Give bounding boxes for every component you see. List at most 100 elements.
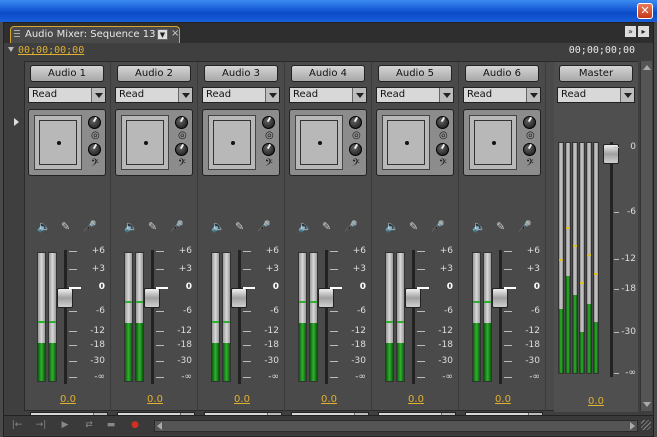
mute-icon[interactable]: 🔈 bbox=[472, 220, 486, 233]
panel-tab-audio-mixer[interactable]: Audio Mixer: Sequence 13 ▼ × bbox=[10, 26, 180, 43]
panner-field[interactable] bbox=[382, 115, 430, 170]
volume-fader-track[interactable] bbox=[151, 250, 154, 384]
loop-icon[interactable]: ⇄ bbox=[82, 419, 96, 432]
track-name-button[interactable]: Audio 2 bbox=[117, 65, 191, 82]
volume-fader-track[interactable] bbox=[412, 250, 415, 384]
vertical-scrollbar[interactable] bbox=[640, 61, 652, 411]
mute-icon[interactable]: 🔈 bbox=[385, 220, 399, 233]
go-to-in-point-icon[interactable]: |← bbox=[10, 419, 24, 432]
automation-mode-dropdown[interactable]: Read bbox=[463, 87, 541, 103]
scroll-left-icon[interactable] bbox=[157, 422, 162, 430]
solo-icon[interactable]: ✎ bbox=[409, 220, 418, 233]
solo-icon[interactable]: ✎ bbox=[322, 220, 331, 233]
window-title-bar[interactable]: ✕ bbox=[0, 0, 657, 22]
track-volume-value[interactable]: 0.0 bbox=[286, 394, 372, 405]
play-in-to-out-icon[interactable]: ▶ bbox=[58, 419, 72, 432]
track-name-button[interactable]: Audio 1 bbox=[30, 65, 104, 82]
tab-menu-button[interactable]: ▼ bbox=[157, 29, 168, 40]
tab-grip-icon[interactable] bbox=[14, 30, 20, 39]
automation-mode-dropdown[interactable]: Read bbox=[202, 87, 280, 103]
solo-icon[interactable]: ✎ bbox=[235, 220, 244, 233]
record-enable-icon[interactable]: 🎤 bbox=[170, 220, 184, 233]
track-name-button[interactable]: Audio 5 bbox=[378, 65, 452, 82]
mute-icon[interactable]: 🔈 bbox=[298, 220, 312, 233]
master-volume-value[interactable]: 0.0 bbox=[554, 396, 638, 407]
chevron-down-icon[interactable] bbox=[178, 88, 192, 102]
automation-mode-dropdown[interactable]: Read bbox=[289, 87, 367, 103]
master-automation-dropdown[interactable]: Read bbox=[557, 87, 635, 103]
lfe-knob[interactable] bbox=[523, 143, 536, 156]
mute-icon[interactable]: 🔈 bbox=[37, 220, 51, 233]
surround-panner[interactable]: ◎ 𝄢 bbox=[289, 109, 367, 176]
record-enable-icon[interactable]: 🎤 bbox=[431, 220, 445, 233]
center-knob[interactable] bbox=[88, 116, 101, 129]
center-knob[interactable] bbox=[262, 116, 275, 129]
timecode-arrow-icon[interactable] bbox=[8, 47, 14, 52]
lfe-knob[interactable] bbox=[175, 143, 188, 156]
play-icon[interactable]: ▬ bbox=[104, 419, 118, 432]
pan-position-dot[interactable] bbox=[318, 141, 322, 145]
track-volume-value[interactable]: 0.0 bbox=[25, 394, 111, 405]
volume-fader-track[interactable] bbox=[238, 250, 241, 384]
solo-icon[interactable]: ✎ bbox=[496, 220, 505, 233]
window-close-button[interactable]: ✕ bbox=[637, 3, 653, 19]
panner-field[interactable] bbox=[295, 115, 343, 170]
master-fader-track[interactable] bbox=[610, 142, 613, 377]
record-icon[interactable]: ● bbox=[128, 419, 142, 432]
surround-panner[interactable]: ◎ 𝄢 bbox=[376, 109, 454, 176]
volume-fader-track[interactable] bbox=[325, 250, 328, 384]
record-enable-icon[interactable]: 🎤 bbox=[518, 220, 532, 233]
volume-fader-track[interactable] bbox=[64, 250, 67, 384]
record-enable-icon[interactable]: 🎤 bbox=[83, 220, 97, 233]
mute-icon[interactable]: 🔈 bbox=[124, 220, 138, 233]
surround-panner[interactable]: ◎ 𝄢 bbox=[463, 109, 541, 176]
center-knob[interactable] bbox=[436, 116, 449, 129]
scroll-up-icon[interactable] bbox=[643, 65, 651, 70]
pan-position-dot[interactable] bbox=[144, 141, 148, 145]
lfe-knob[interactable] bbox=[88, 143, 101, 156]
panner-field[interactable] bbox=[208, 115, 256, 170]
center-knob[interactable] bbox=[349, 116, 362, 129]
panel-overflow-icon[interactable]: » bbox=[625, 26, 636, 37]
pan-position-dot[interactable] bbox=[492, 141, 496, 145]
lfe-knob[interactable] bbox=[262, 143, 275, 156]
track-volume-value[interactable]: 0.0 bbox=[199, 394, 285, 405]
pan-position-dot[interactable] bbox=[405, 141, 409, 145]
lfe-knob[interactable] bbox=[349, 143, 362, 156]
track-volume-value[interactable]: 0.0 bbox=[373, 394, 459, 405]
center-knob[interactable] bbox=[175, 116, 188, 129]
panner-field[interactable] bbox=[34, 115, 82, 170]
center-knob[interactable] bbox=[523, 116, 536, 129]
volume-fader-track[interactable] bbox=[499, 250, 502, 384]
automation-mode-dropdown[interactable]: Read bbox=[115, 87, 193, 103]
record-enable-icon[interactable]: 🎤 bbox=[257, 220, 271, 233]
surround-panner[interactable]: ◎ 𝄢 bbox=[202, 109, 280, 176]
pan-position-dot[interactable] bbox=[231, 141, 235, 145]
solo-icon[interactable]: ✎ bbox=[61, 220, 70, 233]
mute-icon[interactable]: 🔈 bbox=[211, 220, 225, 233]
lfe-knob[interactable] bbox=[436, 143, 449, 156]
current-timecode[interactable]: 00;00;00;00 bbox=[18, 45, 84, 56]
chevron-down-icon[interactable] bbox=[352, 88, 366, 102]
panner-field[interactable] bbox=[121, 115, 169, 170]
surround-panner[interactable]: ◎ 𝄢 bbox=[115, 109, 193, 176]
automation-mode-dropdown[interactable]: Read bbox=[376, 87, 454, 103]
chevron-down-icon[interactable] bbox=[91, 88, 105, 102]
chevron-down-icon[interactable] bbox=[526, 88, 540, 102]
tab-close-icon[interactable]: × bbox=[171, 28, 179, 39]
scroll-down-icon[interactable] bbox=[643, 402, 651, 407]
horizontal-scrollbar[interactable] bbox=[154, 420, 638, 432]
track-name-button[interactable]: Audio 4 bbox=[291, 65, 365, 82]
panner-field[interactable] bbox=[469, 115, 517, 170]
track-volume-value[interactable]: 0.0 bbox=[460, 394, 546, 405]
surround-panner[interactable]: ◎ 𝄢 bbox=[28, 109, 106, 176]
track-volume-value[interactable]: 0.0 bbox=[112, 394, 198, 405]
track-name-button[interactable]: Audio 3 bbox=[204, 65, 278, 82]
chevron-down-icon[interactable] bbox=[620, 88, 634, 102]
chevron-down-icon[interactable] bbox=[265, 88, 279, 102]
master-name-button[interactable]: Master bbox=[559, 65, 633, 82]
record-enable-icon[interactable]: 🎤 bbox=[344, 220, 358, 233]
go-to-out-point-icon[interactable]: →| bbox=[34, 419, 48, 432]
show-effects-expander-icon[interactable] bbox=[14, 118, 19, 126]
panel-menu-icon[interactable]: ▸ bbox=[638, 26, 649, 37]
